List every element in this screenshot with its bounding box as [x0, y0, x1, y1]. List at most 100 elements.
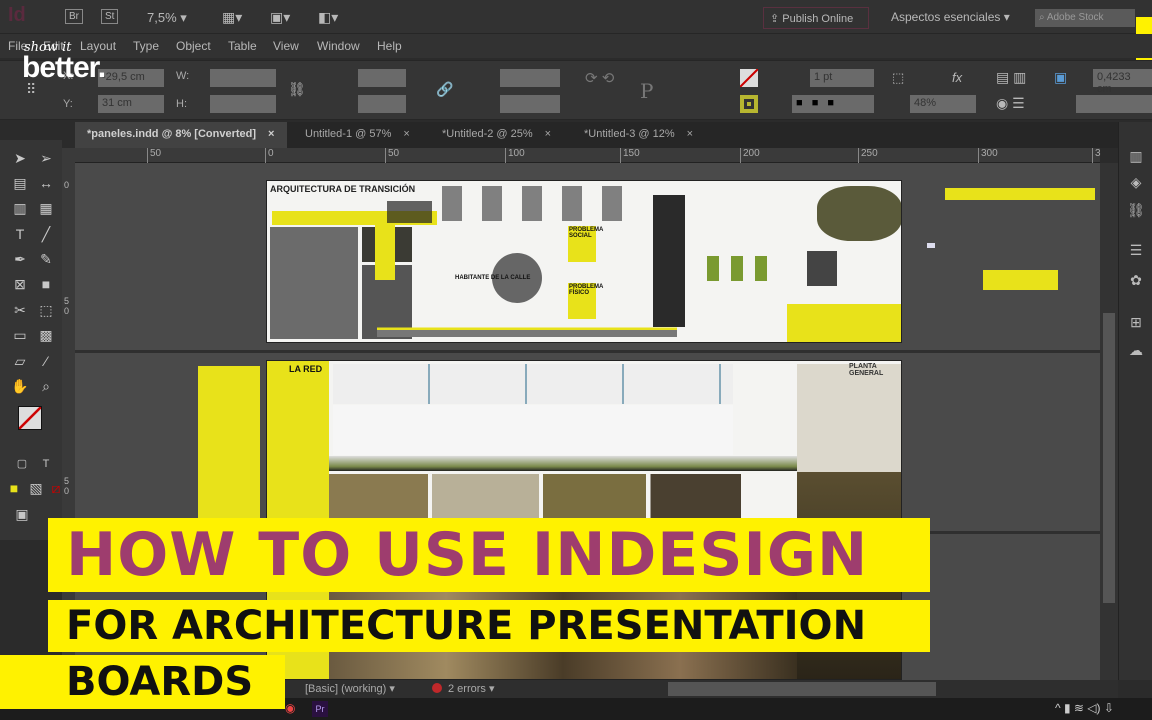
links-panel-icon[interactable]: ⛓: [1127, 202, 1145, 220]
menu-window[interactable]: Window: [317, 39, 360, 53]
close-icon[interactable]: ×: [403, 128, 409, 140]
x-field[interactable]: -29,5 cm: [98, 69, 164, 87]
menu-object[interactable]: Object: [176, 39, 211, 53]
rotation-field[interactable]: [500, 69, 560, 87]
menu-view[interactable]: View: [273, 39, 299, 53]
board-1-center-label: HABITANTE DE LA CALLE: [455, 275, 531, 281]
hand-tool-icon[interactable]: ✋: [10, 376, 30, 396]
adobe-stock-search[interactable]: ⌕ Adobe Stock: [1035, 9, 1135, 27]
screen-mode-icon[interactable]: ▣: [12, 504, 32, 524]
formatting-text-icon[interactable]: T: [36, 454, 56, 474]
gap-tool-icon[interactable]: ↔: [36, 173, 56, 193]
layers-panel-icon[interactable]: ◈: [1127, 174, 1145, 192]
premiere-taskbar-icon[interactable]: Pr: [312, 701, 328, 717]
system-tray-icons[interactable]: ^ ▮ ≋ ◁) ⇩: [1055, 701, 1114, 715]
scale-x-field[interactable]: [358, 69, 406, 87]
preflight-profile: [Basic] (working): [305, 683, 387, 695]
pasteboard-yellow-panel[interactable]: [198, 366, 260, 526]
title-line-2: FOR ARCHITECTURE PRESENTATION: [48, 600, 930, 652]
swatches-panel-icon[interactable]: ✿: [1127, 272, 1145, 290]
publish-online-button[interactable]: ⇪ Publish Online: [763, 7, 869, 29]
tab-paneles[interactable]: *paneles.indd @ 8% [Converted] ×: [75, 122, 287, 148]
apply-none-icon[interactable]: ⧄: [46, 478, 66, 498]
tab-untitled-2[interactable]: *Untitled-2 @ 25% ×: [430, 122, 563, 148]
arrange-documents-icon[interactable]: ◧▾: [318, 9, 338, 26]
tab-untitled-1[interactable]: Untitled-1 @ 57% ×: [293, 122, 422, 148]
cc-libraries-icon[interactable]: ☁: [1127, 342, 1145, 360]
width-field[interactable]: [210, 69, 276, 87]
bridge-button[interactable]: Br: [65, 9, 83, 24]
line-tool-icon[interactable]: ╱: [36, 224, 56, 244]
formatting-container-icon[interactable]: ▢: [12, 454, 32, 474]
chrome-taskbar-icon[interactable]: ◉: [285, 701, 295, 715]
document-tabs: *paneles.indd @ 8% [Converted] × Untitled…: [75, 122, 1118, 148]
text-frame-icon[interactable]: P: [640, 79, 653, 103]
zoom-level-dropdown[interactable]: 7,5% ▾: [147, 10, 187, 26]
stroke-weight-field[interactable]: 1 pt: [810, 69, 874, 87]
menu-help[interactable]: Help: [377, 39, 402, 53]
ruler-tick: 50: [385, 148, 399, 163]
close-icon[interactable]: ×: [545, 128, 551, 140]
scissors-tool-icon[interactable]: ✂: [10, 300, 30, 320]
rotate-icon[interactable]: ⟳ ⟲: [585, 69, 614, 87]
workspace-switcher[interactable]: Aspectos esenciales ▾: [891, 10, 1010, 24]
vertical-scrollbar[interactable]: [1100, 163, 1118, 680]
menu-type[interactable]: Type: [133, 39, 159, 53]
wrap-options-icon[interactable]: ◉ ☰: [996, 95, 1025, 112]
stroke-type-dropdown[interactable]: ■ ■ ■: [792, 95, 874, 113]
view-options-icon[interactable]: ▦▾: [222, 9, 242, 26]
rectangle-frame-tool-icon[interactable]: ⊠: [10, 274, 30, 294]
direct-selection-tool-icon[interactable]: ➢: [36, 148, 56, 168]
link-icon[interactable]: 🔗: [436, 81, 453, 98]
stroke-swatch[interactable]: [740, 95, 758, 113]
pencil-tool-icon[interactable]: ✎: [36, 249, 56, 269]
pasteboard-item[interactable]: [927, 243, 935, 248]
pasteboard-yellow-frame[interactable]: [945, 188, 1095, 200]
tab-untitled-3[interactable]: *Untitled-3 @ 12% ×: [572, 122, 705, 148]
type-tool-icon[interactable]: T: [10, 224, 30, 244]
selection-tool-icon[interactable]: ➤: [10, 148, 30, 168]
horizontal-scrollbar[interactable]: [668, 682, 936, 696]
y-field[interactable]: 31 cm: [98, 95, 164, 113]
zoom-tool-icon[interactable]: ⌕: [36, 376, 56, 396]
pages-panel-icon[interactable]: ▥: [1127, 148, 1145, 166]
scroll-thumb[interactable]: [1103, 313, 1115, 603]
menu-table[interactable]: Table: [228, 39, 257, 53]
content-collector-icon[interactable]: ▥: [10, 198, 30, 218]
apply-color-icon[interactable]: ■: [4, 478, 24, 498]
frame-fitting-icon[interactable]: ▣: [1054, 69, 1067, 86]
stock-button[interactable]: St: [101, 9, 119, 24]
pen-tool-icon[interactable]: ✒: [10, 249, 30, 269]
scale-y-field[interactable]: [358, 95, 406, 113]
gradient-feather-tool-icon[interactable]: ▩: [36, 325, 56, 345]
wrap-offset-field[interactable]: 0,4233 cm: [1093, 69, 1152, 95]
screen-mode-icon[interactable]: ▣▾: [270, 9, 290, 26]
effects-icon[interactable]: fx: [952, 70, 962, 85]
note-tool-icon[interactable]: ▱: [10, 351, 30, 371]
drop-shadow-icon[interactable]: ⬚: [892, 70, 904, 86]
table-panel-icon[interactable]: ⊞: [1127, 314, 1145, 332]
close-icon[interactable]: ×: [687, 128, 693, 140]
apply-gradient-icon[interactable]: ▧: [26, 478, 46, 498]
stroke-style-dropdown[interactable]: [1076, 95, 1152, 113]
fill-swatch[interactable]: [18, 406, 42, 430]
errors-dropdown[interactable]: 2 errors ▾: [448, 682, 494, 695]
content-placer-icon[interactable]: ▦: [36, 198, 56, 218]
text-wrap-icon[interactable]: ▤ ▥: [996, 69, 1026, 86]
gradient-swatch-tool-icon[interactable]: ▭: [10, 325, 30, 345]
eyedropper-tool-icon[interactable]: ⁄: [36, 351, 56, 371]
constrain-proportions-icon[interactable]: ⛓: [288, 81, 306, 98]
height-field[interactable]: [210, 95, 276, 113]
fill-none-swatch[interactable]: [740, 69, 758, 87]
page-tool-icon[interactable]: ▤: [10, 173, 30, 193]
free-transform-tool-icon[interactable]: ⬚: [36, 300, 56, 320]
board-1[interactable]: ARQUITECTURA DE TRANSICIÓN HABITANTE DE …: [266, 180, 902, 343]
preflight-profile-dropdown[interactable]: [Basic] (working) ▾: [305, 682, 395, 695]
shear-field[interactable]: [500, 95, 560, 113]
horizontal-ruler[interactable]: 50 0 50 100 150 200 250 300 3: [75, 148, 1101, 163]
stroke-panel-icon[interactable]: ☰: [1127, 242, 1145, 260]
opacity-field[interactable]: 48%: [910, 95, 976, 113]
close-icon[interactable]: ×: [268, 128, 274, 140]
rectangle-tool-icon[interactable]: ■: [36, 274, 56, 294]
pasteboard-yellow-frame[interactable]: [983, 270, 1058, 290]
